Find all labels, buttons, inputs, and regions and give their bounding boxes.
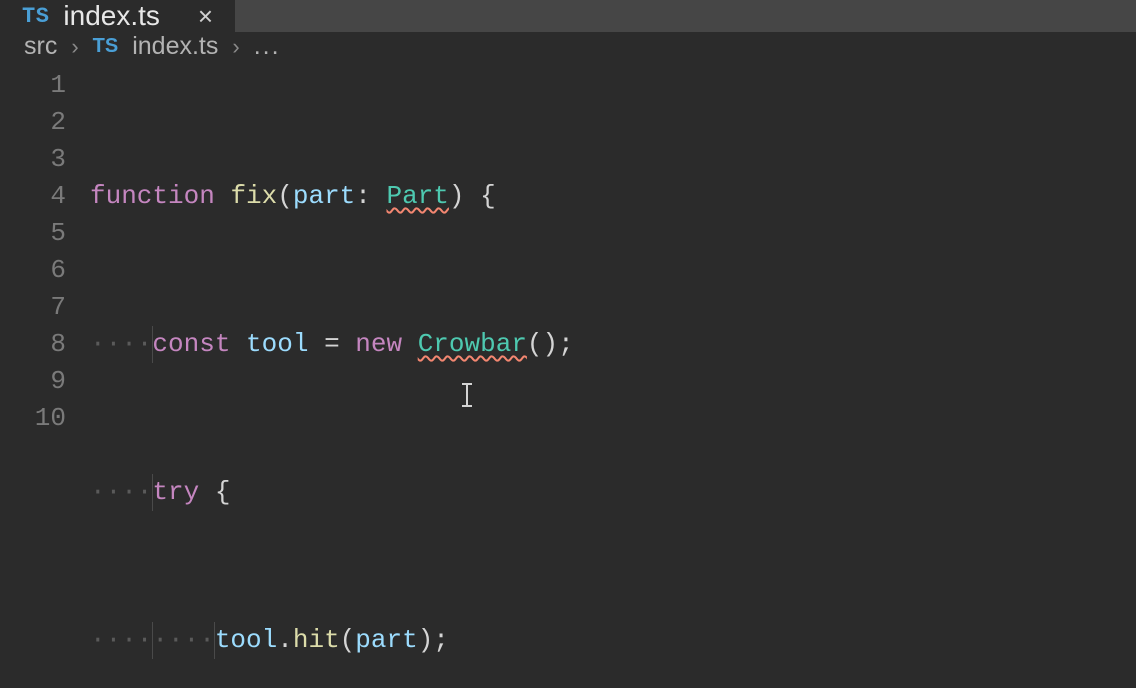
breadcrumb-overflow[interactable]: ... [254, 32, 281, 61]
close-icon[interactable]: × [198, 3, 213, 29]
editor-window: TS index.ts × src › TS index.ts › ... 1 … [0, 0, 1136, 688]
breadcrumb-seg-src[interactable]: src [24, 32, 57, 61]
line-number: 4 [0, 178, 66, 215]
variable: tool [246, 329, 308, 359]
line-number: 10 [0, 400, 66, 437]
line-number: 9 [0, 363, 66, 400]
tab-bar: TS index.ts × [0, 0, 1136, 32]
line-number: 8 [0, 326, 66, 363]
line-number-gutter: 1 2 3 4 5 6 7 8 9 10 [0, 61, 90, 688]
code-line[interactable]: ····const tool = new Crowbar(); [90, 326, 1136, 363]
keyword-new: new [355, 329, 402, 359]
chevron-right-icon: › [71, 34, 78, 60]
code-line[interactable]: ····try { [90, 474, 1136, 511]
line-number: 1 [0, 67, 66, 104]
keyword-try: try [152, 477, 199, 507]
line-number: 2 [0, 104, 66, 141]
code-line[interactable]: function fix(part: Part) { [90, 178, 1136, 215]
tab-label: index.ts [63, 0, 160, 32]
keyword-const: const [152, 329, 230, 359]
code-area[interactable]: function fix(part: Part) { ····const too… [90, 61, 1136, 688]
line-number: 5 [0, 215, 66, 252]
tab-index-ts[interactable]: TS index.ts × [0, 0, 235, 32]
breadcrumb[interactable]: src › TS index.ts › ... [0, 32, 1136, 61]
typescript-icon: TS [93, 35, 119, 58]
whitespace-dots: ···· [90, 329, 152, 359]
typescript-icon: TS [22, 4, 49, 29]
keyword-function: function [90, 181, 215, 211]
line-number: 7 [0, 289, 66, 326]
variable: tool [215, 625, 277, 655]
breadcrumb-seg-file[interactable]: index.ts [132, 32, 218, 61]
type-ref-error: Crowbar [418, 329, 527, 359]
type-ref-error: Part [387, 181, 449, 211]
parameter: part [293, 181, 355, 211]
method-call: hit [293, 625, 340, 655]
line-number: 3 [0, 141, 66, 178]
chevron-right-icon: › [232, 34, 239, 60]
argument: part [355, 625, 417, 655]
function-name: fix [230, 181, 277, 211]
editor-body: 1 2 3 4 5 6 7 8 9 10 function fix(part: … [0, 61, 1136, 688]
code-line[interactable]: ········tool.hit(part); [90, 622, 1136, 659]
whitespace-dots: ···· [90, 477, 152, 507]
line-number: 6 [0, 252, 66, 289]
